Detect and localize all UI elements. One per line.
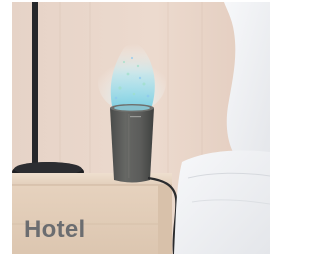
scene-caption: Hotel bbox=[24, 216, 86, 243]
air-purifier-icon bbox=[110, 104, 154, 183]
product-scene-card: Hotel bbox=[0, 0, 272, 257]
